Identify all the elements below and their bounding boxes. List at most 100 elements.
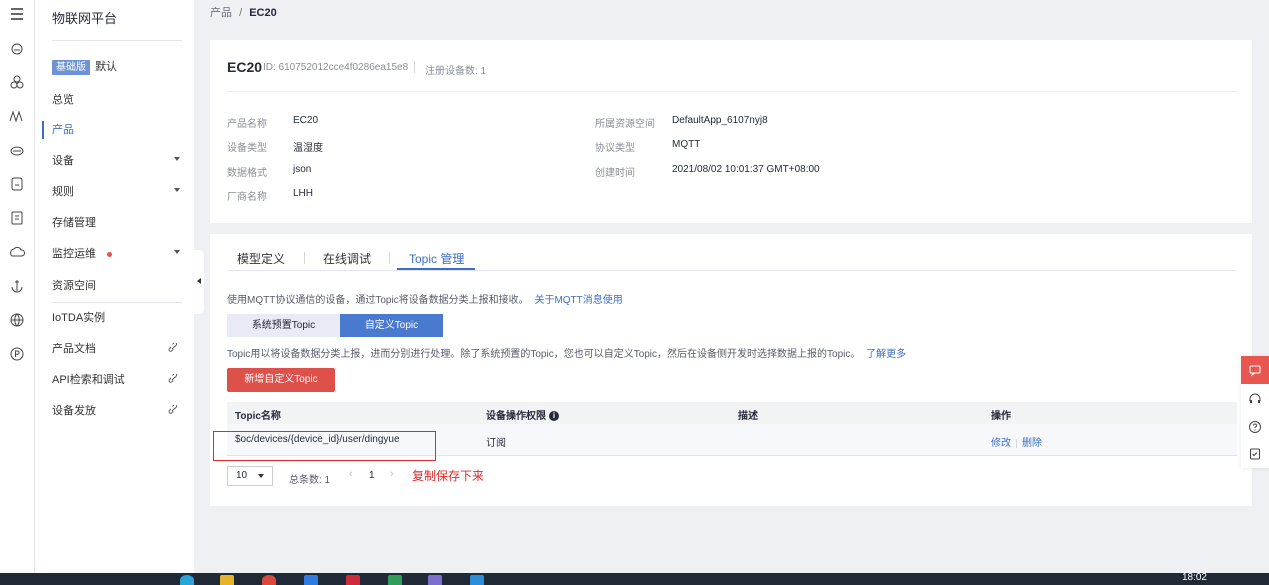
sidebar-item-overview[interactable]: 总览 [52,89,192,111]
info-icon[interactable]: i [549,411,559,422]
sidebar-item-product-docs[interactable]: 产品文档 [52,338,192,360]
cloud-icon[interactable] [0,134,35,168]
breadcrumb: 产品 / EC20 [210,4,277,20]
device-type-value: 温湿度 [293,143,323,154]
product-name-title: EC20 [227,59,263,75]
field-label: 协议类型 [595,143,635,154]
globe-icon[interactable] [0,304,35,338]
annotation-text: 复制保存下来 [412,469,485,483]
document-icon[interactable] [0,202,35,236]
column-description: 描述 [738,411,758,422]
tab-separator [304,252,305,264]
sidebar-item-device[interactable]: 设备 [52,150,192,172]
taskbar-app-icon[interactable] [388,575,402,585]
preset-topic-button[interactable]: 系统预置Topic [227,314,340,337]
info-divider [227,91,1237,92]
breadcrumb-parent[interactable]: 产品 [210,7,232,19]
feedback-button[interactable] [1241,356,1269,384]
alert-dot-icon [107,251,113,257]
sidebar-item-product[interactable]: 产品 [52,119,192,141]
anchor-icon[interactable] [0,270,35,304]
taskbar-app-icon[interactable] [304,575,318,585]
checklist-icon[interactable] [1248,447,1262,461]
product-id: ID: 610752012cce4f0286ea15e8 [263,62,409,73]
chevron-down-icon [174,250,180,254]
taskbar-app-icon[interactable] [428,575,442,585]
sidebar-item-label: 规则 [52,186,74,198]
taskbar-chrome-icon[interactable] [262,575,276,585]
icon-rail [0,0,35,573]
field-label: 厂商名称 [227,192,267,203]
sidebar-item-label: 设备 [52,155,74,167]
cloud-home-icon[interactable] [0,32,35,66]
external-link-icon [168,374,178,383]
header-separator [414,61,415,73]
headset-icon[interactable] [1248,392,1262,406]
edition-badge: 基础版 [52,60,90,75]
instance-selector[interactable]: 基础版 默认 [52,56,192,78]
resource-space-value: DefaultApp_6107nyj8 [672,115,768,126]
learn-more-link[interactable]: 了解更多 [866,349,906,360]
sidebar-collapse-toggle[interactable] [194,250,204,314]
breadcrumb-current: EC20 [249,7,277,19]
taskbar-app-icon[interactable] [470,575,484,585]
delete-topic-link[interactable]: 删除 [1022,438,1042,449]
created-time-value: 2021/08/02 10:01:37 GMT+08:00 [672,164,820,175]
topic-table-header: Topic名称 设备操作权限 i 描述 操作 [227,402,1237,424]
current-page[interactable]: 1 [369,470,375,481]
custom-topic-button[interactable]: 自定义Topic [340,314,443,337]
page-size-select[interactable]: 10 [227,466,273,486]
product-name-value: EC20 [293,115,319,126]
tab-model-definition[interactable]: 模型定义 [237,250,285,267]
tab-divider [227,270,1237,271]
sidebar-item-api-explorer[interactable]: API检索和调试 [52,369,192,391]
taskbar-app-icon[interactable] [180,575,194,585]
product-info-card: EC20 ID: 610752012cce4f0286ea15e8 注册设备数:… [210,40,1252,223]
sidebar-item-monitoring[interactable]: 监控运维 [52,243,192,265]
data-format-value: json [293,164,312,175]
parking-icon[interactable] [0,338,35,372]
external-link-icon [168,343,178,352]
sidebar-item-label: 设备发放 [52,405,96,417]
sidebar-item-label: 产品文档 [52,343,96,355]
sidebar-item-resource-space[interactable]: 资源空间 [52,275,192,297]
tab-topic-management[interactable]: Topic 管理 [409,250,464,267]
chat-icon [1249,365,1261,377]
column-permission: 设备操作权限 i [486,407,559,422]
nodes-icon[interactable] [0,66,35,100]
help-icon[interactable] [1248,420,1262,434]
device-icon[interactable] [0,168,35,202]
cloud-service-icon[interactable] [0,236,35,270]
float-toolbar [1241,356,1269,468]
total-count: 总条数: 1 [289,475,331,486]
taskbar-app-icon[interactable] [346,575,360,585]
add-custom-topic-button[interactable]: 新增自定义Topic [227,368,335,392]
chevron-down-icon [174,157,180,161]
annotation-highlight-box [213,431,436,461]
tab-online-debug[interactable]: 在线调试 [323,250,371,267]
os-taskbar: 18:02 [0,573,1269,585]
platform-title: 物联网平台 [52,11,118,26]
next-page-button[interactable]: › [390,468,394,480]
topic-intro: 使用MQTT协议通信的设备，通过Topic将设备数据分类上报和接收。 关于MQT… [227,291,623,306]
edit-topic-link[interactable]: 修改 [991,438,1011,449]
permission-cell: 订阅 [486,438,506,449]
topic-card: 模型定义 在线调试 Topic 管理 使用MQTT协议通信的设备，通过Topic… [210,234,1252,506]
mqtt-usage-link[interactable]: 关于MQTT消息使用 [534,295,622,306]
vendor-value: LHH [293,188,314,199]
prev-page-button[interactable]: ‹ [349,468,353,480]
sidebar-item-label: 监控运维 [52,248,96,260]
sidebar-item-rules[interactable]: 规则 [52,181,192,203]
menu-icon[interactable] [0,0,35,30]
taskbar-folder-icon[interactable] [220,575,234,585]
sidebar-item-iotda-instance[interactable]: IoTDA实例 [52,307,192,329]
field-label: 数据格式 [227,168,267,179]
sidebar-item-device-provisioning[interactable]: 设备发放 [52,400,192,422]
column-actions: 操作 [991,411,1011,422]
taskbar-clock: 18:02 [1181,573,1207,583]
sidebar-item-storage[interactable]: 存储管理 [52,212,192,234]
custom-topic-desc: Topic用以将设备数据分类上报，进而分别进行处理。除了系统预置的Topic，您… [227,345,906,360]
waves-icon[interactable] [0,100,35,134]
custom-topic-desc-text: Topic用以将设备数据分类上报，进而分别进行处理。除了系统预置的Topic，您… [227,349,861,360]
topic-intro-text: 使用MQTT协议通信的设备，通过Topic将设备数据分类上报和接收。 [227,295,529,306]
